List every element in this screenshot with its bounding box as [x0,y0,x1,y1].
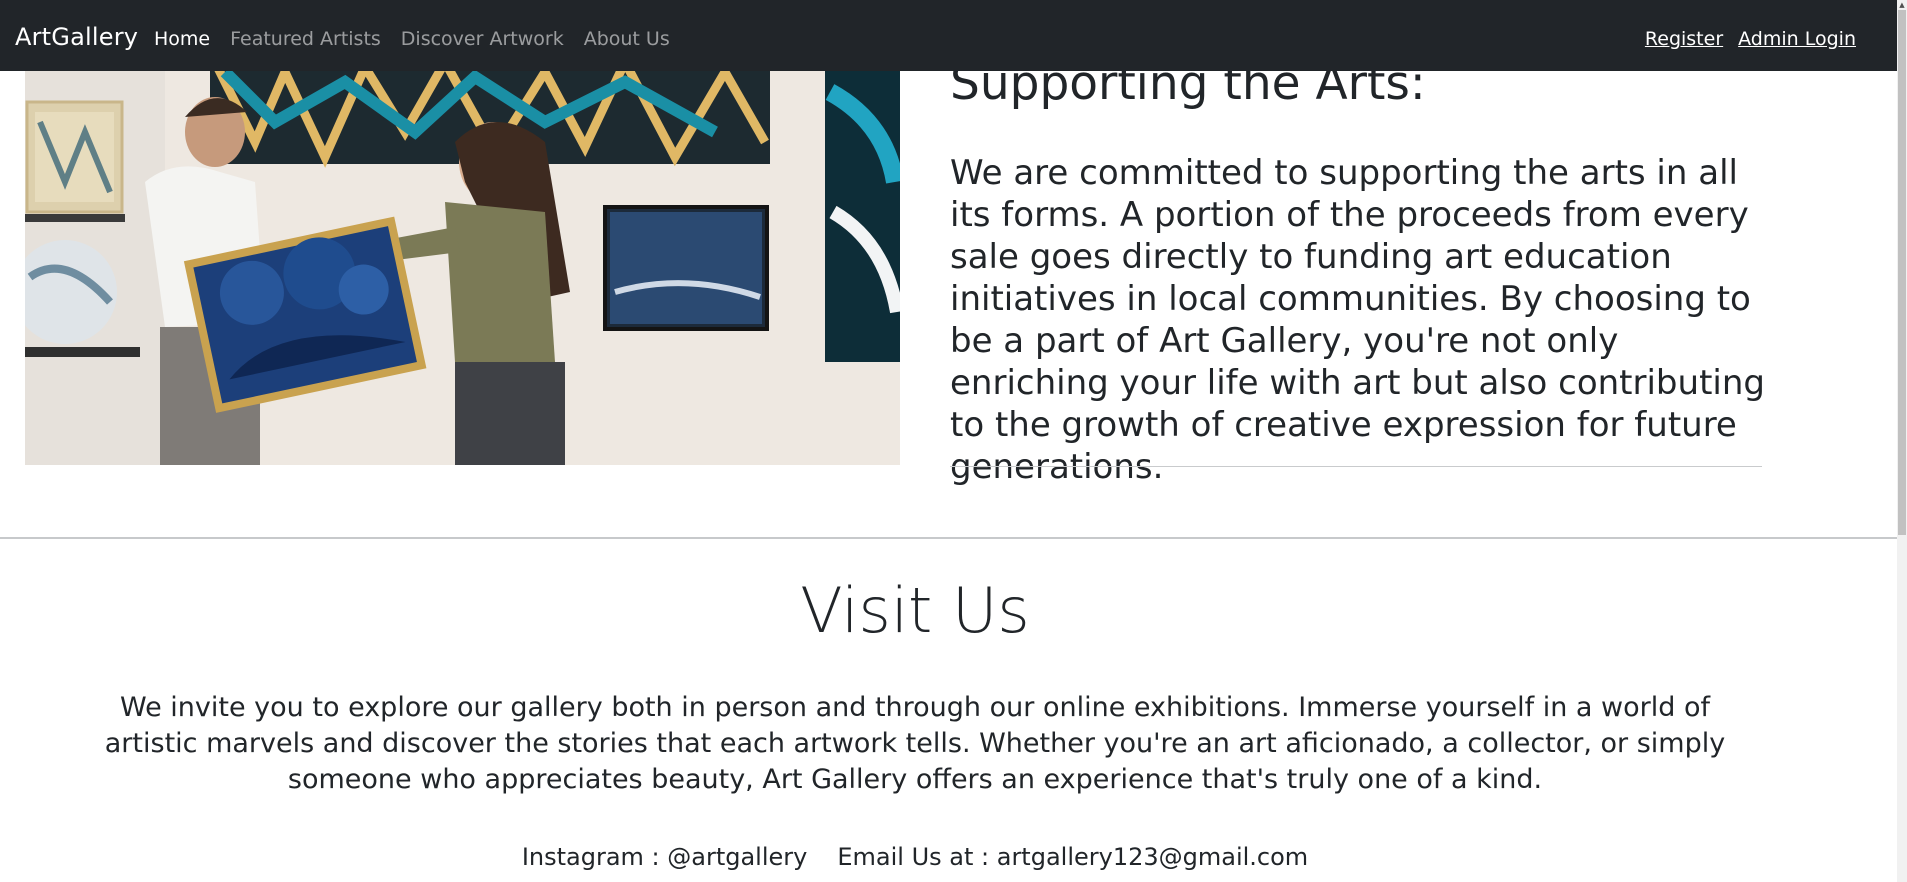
admin-login-link[interactable]: Admin Login [1738,28,1856,50]
contact-email: Email Us at : artgallery123@gmail.com [837,843,1309,871]
nav-link-discover-artwork[interactable]: Discover Artwork [401,28,564,50]
nav-links: Home Featured Artists Discover Artwork A… [154,28,670,50]
contact-info: Instagram : @artgallery Email Us at : art… [0,843,1830,871]
nav-link-home[interactable]: Home [154,28,210,50]
visit-us-paragraph: We invite you to explore our gallery bot… [104,692,1726,795]
nav-link-featured-artists[interactable]: Featured Artists [230,28,381,50]
nav-link-about-us[interactable]: About Us [584,28,670,50]
register-link[interactable]: Register [1645,28,1723,50]
gallery-photo-illustration [25,62,900,465]
section-divider [0,537,1897,539]
gallery-photo [25,62,900,465]
nav-auth-links: Register Admin Login [1645,28,1856,50]
instagram-handle: Instagram : @artgallery [521,843,808,871]
support-paragraph: We are committed to supporting the arts … [950,153,1765,487]
top-navbar: ArtGallery Home Featured Artists Discove… [0,0,1897,71]
support-divider [950,466,1762,467]
page-scrollbar[interactable]: ▲ [1897,0,1907,882]
visit-us-title: Visit Us [800,574,1030,647]
scrollbar-thumb[interactable] [1898,0,1906,535]
page: ArtGallery Home Featured Artists Discove… [0,0,1897,882]
brand-logo-link[interactable]: ArtGallery [15,23,138,51]
scroll-up-arrow-icon[interactable]: ▲ [1897,0,1907,10]
